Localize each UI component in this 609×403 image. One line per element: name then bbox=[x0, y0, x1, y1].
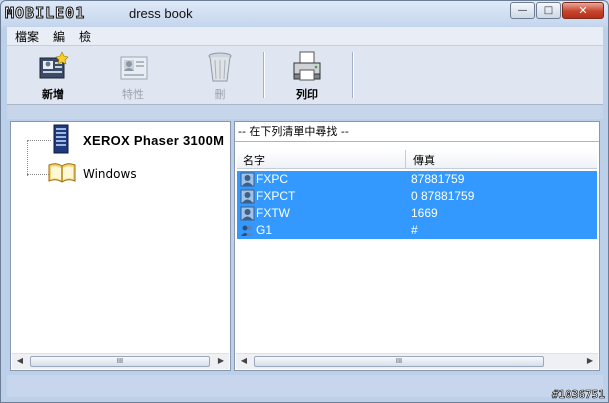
contact-name: G1 bbox=[256, 223, 273, 237]
maximize-button[interactable]: □ bbox=[536, 2, 561, 19]
trash-icon bbox=[202, 50, 238, 84]
column-divider[interactable] bbox=[405, 150, 406, 168]
contact-row[interactable]: G1 # bbox=[237, 222, 597, 239]
contact-name: FXPCT bbox=[256, 189, 296, 203]
menu-file[interactable]: 檔案 bbox=[15, 28, 39, 45]
menu-edit[interactable]: 編 bbox=[53, 28, 65, 45]
menu-view[interactable]: 檢 bbox=[79, 28, 91, 45]
new-button[interactable]: 新增 bbox=[21, 48, 85, 102]
toolbar: 新增 特性 刪 列印 bbox=[7, 46, 603, 105]
delete-button[interactable]: 刪 bbox=[188, 48, 252, 102]
list-header: 名字 傳真 bbox=[237, 150, 597, 169]
contact-row[interactable]: FXPC 87881759 bbox=[237, 171, 597, 188]
scroll-left-icon[interactable]: ◀ bbox=[239, 356, 249, 366]
tree-item-windows[interactable]: Windows bbox=[47, 160, 137, 187]
tree-item-printer-label: XEROX Phaser 3100M bbox=[83, 133, 225, 148]
device-tree-pane[interactable]: XEROX Phaser 3100M Windows ◀ III ▶ bbox=[10, 121, 231, 371]
search-input[interactable]: -- 在下列清單中尋找 -- bbox=[235, 122, 599, 142]
properties-button[interactable]: 特性 bbox=[101, 48, 165, 102]
printer-icon bbox=[289, 50, 325, 84]
tree-item-windows-label: Windows bbox=[83, 166, 137, 181]
column-header-fax[interactable]: 傳真 bbox=[413, 152, 435, 168]
contact-row[interactable]: FXPCT 0 87881759 bbox=[237, 188, 597, 205]
address-book-icon bbox=[47, 160, 77, 187]
tree-connector bbox=[27, 140, 28, 176]
toolbar-band bbox=[7, 105, 603, 119]
print-label: 列印 bbox=[296, 88, 318, 101]
contact-icon bbox=[240, 189, 255, 204]
caption-buttons: — □ ✕ bbox=[510, 2, 604, 19]
status-bar bbox=[7, 375, 603, 397]
contact-icon bbox=[240, 172, 255, 187]
contact-row[interactable]: FXTW 1669 bbox=[237, 205, 597, 222]
toolbar-separator bbox=[263, 52, 265, 98]
contact-fax: 87881759 bbox=[411, 172, 465, 186]
minimize-button[interactable]: — bbox=[510, 2, 535, 19]
group-icon bbox=[240, 223, 255, 238]
column-header-name[interactable]: 名字 bbox=[243, 152, 265, 168]
mobile01-logo: MOBILE01 bbox=[4, 4, 86, 23]
properties-label: 特性 bbox=[122, 88, 144, 101]
toolbar-separator bbox=[352, 52, 354, 98]
scrollbar-thumb[interactable]: III bbox=[254, 356, 544, 367]
contact-fax: # bbox=[411, 223, 418, 237]
contact-fax: 0 87881759 bbox=[411, 189, 475, 203]
contact-icon bbox=[240, 206, 255, 221]
scroll-right-icon[interactable]: ▶ bbox=[216, 356, 226, 366]
address-book-window: MOBILE01 dress book — □ ✕ 檔案 編 檢 新增 特性 刪… bbox=[0, 0, 609, 403]
window-title: dress book bbox=[129, 6, 193, 21]
server-icon bbox=[49, 124, 73, 157]
contact-fax: 1669 bbox=[411, 206, 438, 220]
tree-item-printer[interactable]: XEROX Phaser 3100M bbox=[49, 124, 224, 157]
scroll-right-icon[interactable]: ▶ bbox=[585, 356, 595, 366]
contact-list-pane: -- 在下列清單中尋找 -- 名字 傳真 FXPC 87881759 FXPCT… bbox=[234, 121, 600, 371]
contact-name: FXTW bbox=[256, 206, 290, 220]
contact-card-icon bbox=[115, 50, 151, 84]
tree-connector bbox=[27, 140, 51, 141]
contact-list: FXPC 87881759 FXPCT 0 87881759 FXTW 1669 bbox=[237, 171, 597, 239]
close-button[interactable]: ✕ bbox=[562, 2, 604, 19]
print-button[interactable]: 列印 bbox=[275, 48, 339, 102]
scroll-left-icon[interactable]: ◀ bbox=[15, 356, 25, 366]
menu-bar: 檔案 編 檢 bbox=[7, 27, 603, 45]
new-label: 新增 bbox=[42, 88, 64, 101]
scrollbar-thumb[interactable]: III bbox=[30, 356, 210, 367]
new-contact-icon bbox=[35, 50, 71, 84]
delete-label: 刪 bbox=[214, 88, 226, 101]
contact-name: FXPC bbox=[256, 172, 289, 186]
right-horizontal-scrollbar[interactable]: ◀ III ▶ bbox=[236, 353, 598, 369]
title-bar: MOBILE01 dress book — □ ✕ bbox=[1, 1, 608, 27]
watermark: #1036751 bbox=[552, 388, 606, 402]
left-horizontal-scrollbar[interactable]: ◀ III ▶ bbox=[12, 353, 229, 369]
